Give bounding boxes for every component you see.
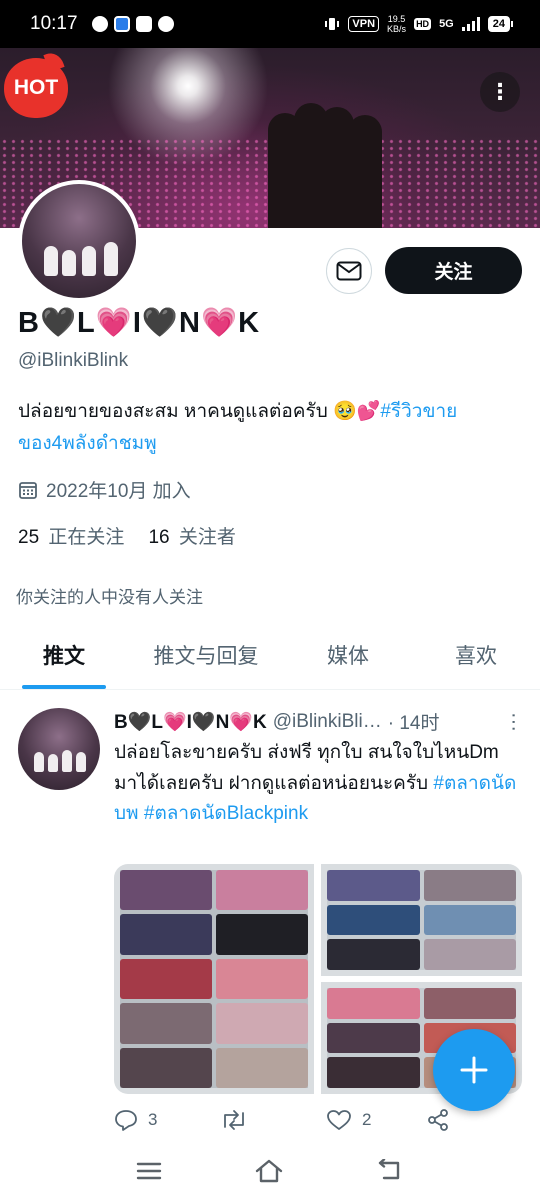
reply-icon	[115, 1110, 137, 1131]
status-indicators: VPN 19.5 KB/s HD 5G 24	[324, 14, 514, 34]
paw-app-icon	[135, 16, 152, 32]
join-date-text: 2022年10月 加入	[46, 481, 191, 502]
tweet-more-icon[interactable]: ···	[503, 712, 525, 732]
menu-icon[interactable]	[136, 1161, 162, 1181]
tweet-actions: 3 2	[114, 1108, 494, 1132]
tab-replies[interactable]: 推文与回复	[128, 620, 284, 690]
tab-media[interactable]: 媒体	[284, 620, 412, 690]
followers-count: 16	[148, 527, 170, 548]
tweet-author-handle[interactable]: @iBlinkiBli…	[273, 711, 382, 733]
speed-value: 19.5	[387, 14, 406, 24]
tweet-author-name[interactable]: B🖤L💗I🖤N💗K	[114, 710, 267, 734]
followers-link[interactable]: 16 关注者	[148, 522, 235, 549]
follow-button[interactable]: 关注	[385, 247, 522, 294]
more-options-button[interactable]: ⋮	[480, 72, 520, 112]
status-time: 10:17	[30, 13, 78, 34]
followers-label: 关注者	[178, 527, 236, 548]
tab-posts[interactable]: 推文	[0, 620, 128, 690]
following-label: 正在关注	[48, 527, 125, 548]
profile-bio: ปล่อยขายของสะสม หาคนดูแลต่อครับ 🥹💕#รีวิว…	[18, 396, 518, 460]
notification-icons	[91, 16, 174, 32]
share-icon	[428, 1109, 448, 1131]
retweet-icon	[224, 1110, 244, 1130]
bio-text: ปล่อยขายของสะสม หาคนดูแลต่อครับ 🥹💕	[18, 401, 381, 422]
speed-unit: KB/s	[387, 24, 407, 34]
tweet-avatar-photo	[18, 738, 100, 772]
reply-button[interactable]: 3	[114, 1109, 220, 1131]
network-type: 5G	[439, 18, 454, 30]
following-link[interactable]: 25 正在关注	[18, 522, 124, 549]
network-speed: 19.5 KB/s	[387, 14, 406, 34]
user-handle: @iBlinkiBlink	[18, 350, 129, 371]
chat-bubble-icon	[91, 16, 108, 32]
like-count: 2	[362, 1110, 372, 1129]
tweet-hashtag-2[interactable]: #ตลาดนัดBlackpink	[144, 803, 308, 824]
app-notification-icon	[113, 16, 130, 32]
back-icon[interactable]	[376, 1159, 404, 1183]
display-name: B🖤L💗I🖤N💗K	[18, 307, 261, 339]
heart-icon	[327, 1110, 351, 1130]
retweet-button[interactable]	[220, 1109, 326, 1131]
tweet-photo-1[interactable]	[114, 864, 314, 1094]
reply-count: 3	[148, 1110, 158, 1129]
tweet-photo-2[interactable]	[321, 864, 522, 976]
hot-badge[interactable]: HOT	[4, 58, 68, 118]
tab-likes[interactable]: 喜欢	[412, 620, 540, 690]
hd-badge: HD	[414, 18, 432, 30]
share-button[interactable]	[426, 1108, 450, 1132]
vpn-badge: VPN	[348, 16, 380, 32]
system-navigation-bar	[0, 1142, 540, 1200]
follow-stats: 25 正在关注 16 关注者	[18, 522, 236, 549]
signal-icon	[461, 17, 480, 31]
status-bar: 10:17 VPN 19.5 KB/s HD 5G 24	[0, 0, 540, 48]
join-date: 2022年10月 加入	[18, 476, 191, 503]
plus-icon	[460, 1056, 488, 1084]
calendar-icon	[19, 481, 37, 499]
compose-tweet-button[interactable]	[433, 1029, 515, 1111]
envelope-icon	[336, 261, 362, 281]
battery-icon: 24	[487, 16, 514, 32]
message-button[interactable]	[326, 248, 372, 294]
followers-you-know-note: 你关注的人中没有人关注	[16, 588, 203, 607]
following-count: 25	[18, 527, 40, 548]
tweet-timestamp[interactable]: · 14时	[388, 708, 440, 735]
avatar-group-photo	[22, 226, 136, 276]
banner-group-silhouette	[268, 103, 388, 228]
tweet-header: B🖤L💗I🖤N💗K @iBlinkiBli… · 14时 ···	[114, 708, 525, 735]
profile-tabs: 推文 推文与回复 媒体 喜欢	[0, 620, 540, 690]
tweet-body[interactable]: ปล่อยโละขายครับ ส่งฟรี ทุกใบ สนใจใบไหนDm…	[114, 738, 524, 830]
tweet-avatar[interactable]	[18, 708, 100, 790]
profile-avatar[interactable]	[18, 180, 140, 302]
home-icon[interactable]	[254, 1158, 284, 1184]
like-button[interactable]: 2	[326, 1109, 426, 1131]
vibrate-icon	[325, 18, 340, 30]
message-app-icon	[157, 16, 174, 32]
